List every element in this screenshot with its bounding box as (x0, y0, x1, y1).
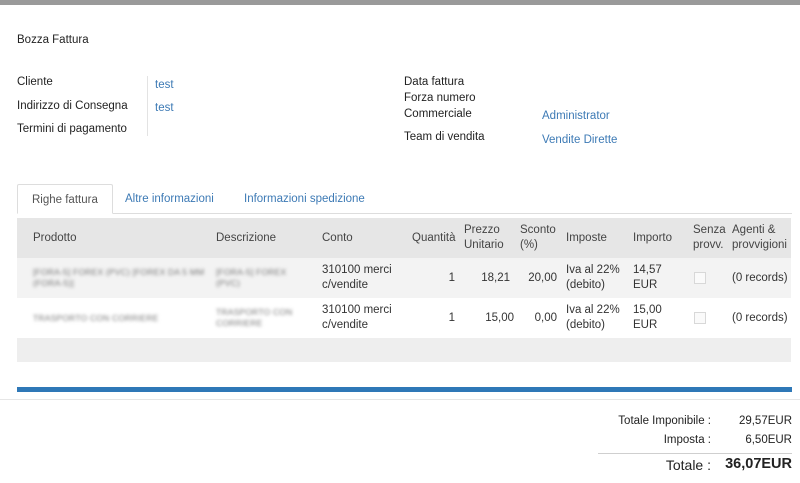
table-empty-row (17, 338, 791, 362)
col-no-commission[interactable]: Senza provv. (693, 218, 729, 258)
sales-team-link[interactable]: Vendite Dirette (542, 134, 617, 146)
section-separator-bar (17, 387, 792, 392)
row-product: TRASPORTO CON CORRIERE (33, 312, 159, 323)
untaxed-total-value: 29,57EUR (738, 415, 792, 427)
customer-label: Cliente (17, 76, 53, 88)
no-commission-checkbox[interactable] (694, 258, 714, 298)
col-product[interactable]: Prodotto (33, 218, 203, 258)
row-description: TRASPORTO CON CORRIERE (216, 307, 293, 328)
row-taxes: Iva al 22% (debito) (566, 304, 620, 331)
tax-total-label: Imposta : (663, 434, 711, 446)
row-product: [FORA-5] FOREX (PVC) [FOREX DA 5 MM (FOR… (33, 267, 205, 288)
row-unit-price: 18,21 (481, 271, 510, 284)
row-description: [FORA-5] FOREX (PVC) (216, 267, 287, 288)
salesperson-link[interactable]: Administrator (542, 110, 610, 122)
field-divider (147, 76, 148, 136)
row-amount: 14,57 EUR (633, 264, 662, 291)
row-agents-link[interactable]: (0 records) (732, 258, 790, 298)
row-amount: 15,00 EUR (633, 304, 662, 331)
sales-team-label: Team di vendita (404, 131, 485, 143)
col-quantity[interactable]: Quantità (412, 218, 462, 258)
col-taxes[interactable]: Imposte (566, 218, 626, 258)
row-agents-link[interactable]: (0 records) (732, 298, 790, 338)
col-discount[interactable]: Sconto (%) (520, 218, 562, 258)
grand-total-label: Totale : (665, 457, 711, 473)
invoice-lines-table: Prodotto Descrizione Conto Quantità Prez… (17, 218, 791, 362)
no-commission-checkbox[interactable] (694, 298, 714, 338)
customer-link[interactable]: test (155, 79, 174, 91)
row-discount: 20,00 (528, 271, 557, 284)
tab-other-info[interactable]: Altre informazioni (111, 184, 228, 214)
table-row[interactable]: TRASPORTO CON CORRIERE TRASPORTO CON COR… (17, 298, 791, 338)
row-quantity: 1 (448, 311, 455, 324)
col-agents[interactable]: Agenti & provvigioni (732, 218, 790, 258)
table-header: Prodotto Descrizione Conto Quantità Prez… (17, 218, 791, 258)
col-account[interactable]: Conto (322, 218, 402, 258)
totals-divider (598, 453, 792, 454)
row-quantity: 1 (448, 271, 455, 284)
payment-terms-label: Termini di pagamento (17, 123, 127, 135)
tab-invoice-lines[interactable]: Righe fattura (17, 184, 113, 214)
delivery-address-link[interactable]: test (155, 102, 174, 114)
force-number-label: Forza numero (404, 92, 476, 104)
untaxed-total-label: Totale Imponibile : (618, 415, 711, 427)
col-description[interactable]: Descrizione (216, 218, 316, 258)
col-amount[interactable]: Importo (633, 218, 689, 258)
tax-total-value: 6,50EUR (745, 434, 792, 446)
document-title: Bozza Fattura (17, 34, 89, 46)
row-unit-price: 15,00 (485, 311, 514, 324)
row-taxes: Iva al 22% (debito) (566, 264, 620, 291)
row-discount: 0,00 (534, 311, 557, 324)
delivery-address-label: Indirizzo di Consegna (17, 100, 128, 112)
row-account: 310100 merci c/vendite (322, 264, 392, 291)
table-row[interactable]: [FORA-5] FOREX (PVC) [FOREX DA 5 MM (FOR… (17, 258, 791, 298)
invoice-date-label: Data fattura (404, 76, 465, 88)
col-unit-price[interactable]: Prezzo Unitario (464, 218, 514, 258)
salesperson-label: Commerciale (404, 108, 472, 120)
row-account: 310100 merci c/vendite (322, 304, 392, 331)
grand-total-value: 36,07EUR (725, 456, 792, 472)
tab-shipping-info[interactable]: Informazioni spedizione (230, 184, 379, 214)
